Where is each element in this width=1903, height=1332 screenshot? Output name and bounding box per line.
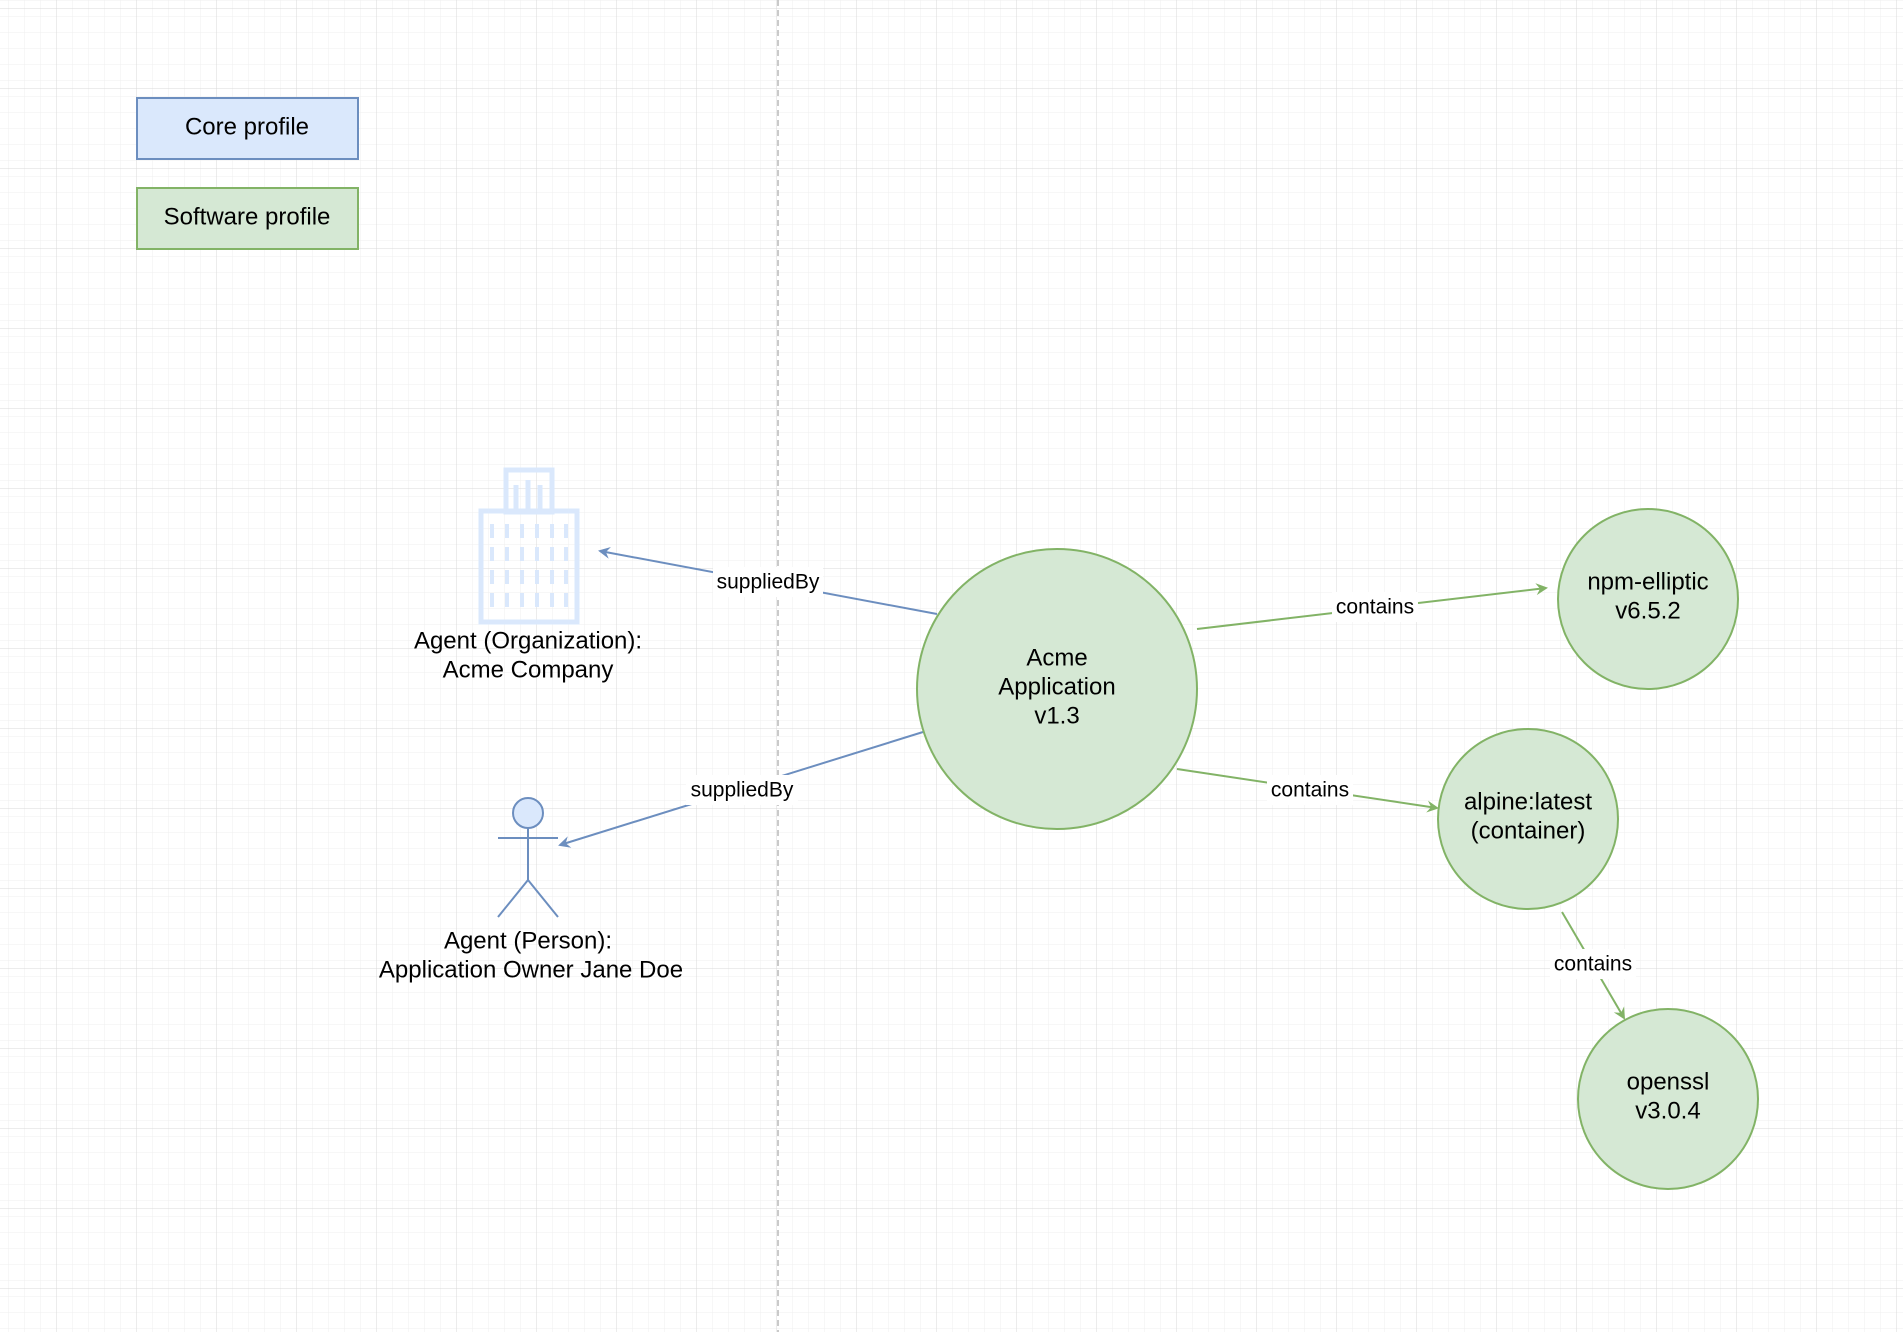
diagram-canvas: Core profile Software profile suppliedBy… <box>0 0 1903 1332</box>
package-acme-application-node[interactable]: Acme Application v1.3 <box>916 548 1198 830</box>
package-npm-line1: npm-elliptic <box>1587 568 1708 595</box>
edge-label-supplied-by: suppliedBy <box>717 571 820 594</box>
edge-label-contains: contains <box>1336 596 1414 619</box>
package-npm-line2: v6.5.2 <box>1615 597 1680 624</box>
package-alpine-line2: (container) <box>1471 817 1586 844</box>
edge-label-contains: contains <box>1271 779 1349 802</box>
package-acme-line3: v1.3 <box>1034 702 1079 729</box>
agent-person-label-line2: Application Owner Jane Doe <box>379 956 683 983</box>
package-openssl-line2: v3.0.4 <box>1635 1097 1700 1124</box>
legend-software-label: Software profile <box>164 203 331 230</box>
agent-organization-label-line2: Acme Company <box>443 656 614 683</box>
legend-core-label: Core profile <box>185 113 309 140</box>
package-alpine-line1: alpine:latest <box>1464 788 1592 815</box>
package-openssl-line1: openssl <box>1627 1068 1710 1095</box>
package-openssl-node[interactable]: openssl v3.0.4 <box>1577 1008 1759 1190</box>
package-alpine-container-node[interactable]: alpine:latest (container) <box>1437 728 1619 910</box>
diagram-svg: Core profile Software profile suppliedBy… <box>0 0 1903 1332</box>
legend-software-profile[interactable]: Software profile <box>136 187 359 250</box>
package-acme-line2: Application <box>998 673 1115 700</box>
legend-core-profile[interactable]: Core profile <box>136 97 359 160</box>
edge-label-contains: contains <box>1554 953 1632 976</box>
agent-person-label-line1: Agent (Person): <box>444 927 612 954</box>
agent-organization-label-line1: Agent (Organization): <box>414 627 642 654</box>
package-acme-line1: Acme <box>1026 644 1087 671</box>
package-npm-elliptic-node[interactable]: npm-elliptic v6.5.2 <box>1557 508 1739 690</box>
edge-label-supplied-by: suppliedBy <box>691 779 794 802</box>
